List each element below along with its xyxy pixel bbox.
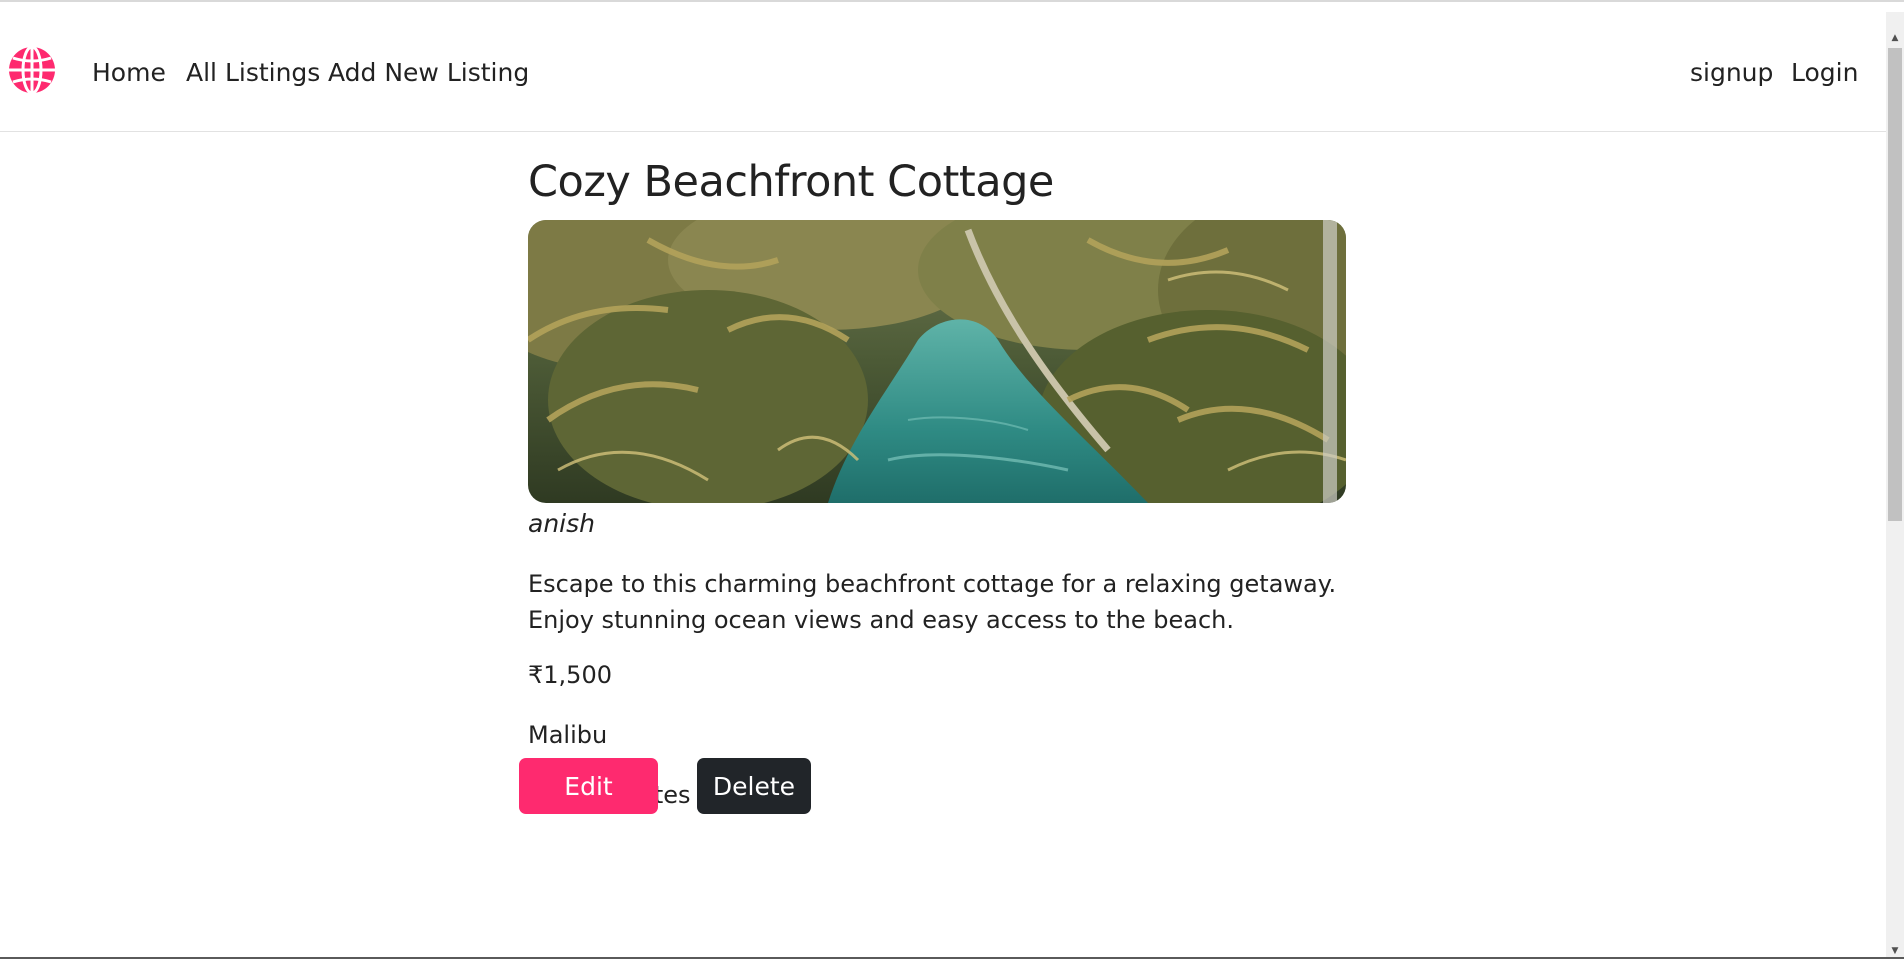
listing-location: Malibu bbox=[528, 721, 608, 749]
browser-viewport: Home All Listings Add New Listing signup… bbox=[0, 0, 1904, 959]
nav-login-link[interactable]: Login bbox=[1791, 58, 1858, 88]
listing-title: Cozy Beachfront Cottage bbox=[528, 157, 1054, 207]
nav-add-listing-link[interactable]: Add New Listing bbox=[328, 58, 529, 88]
listing-price: ₹1,500 bbox=[528, 661, 612, 689]
listing-image bbox=[528, 220, 1346, 503]
scroll-down-arrow-icon[interactable]: ▼ bbox=[1886, 943, 1904, 957]
listing-description: Escape to this charming beachfront cotta… bbox=[528, 570, 1337, 634]
listing-owner: anish bbox=[528, 509, 595, 538]
scrollbar-thumb[interactable] bbox=[1888, 48, 1902, 521]
delete-button[interactable]: Delete bbox=[697, 758, 811, 814]
nav-home-link[interactable]: Home bbox=[92, 58, 166, 88]
globe-icon[interactable] bbox=[7, 45, 57, 95]
vertical-scrollbar[interactable]: ▲ ▼ bbox=[1886, 12, 1904, 957]
nav-all-listings-link[interactable]: All Listings bbox=[186, 58, 320, 88]
scroll-up-arrow-icon[interactable]: ▲ bbox=[1886, 30, 1904, 46]
edit-button[interactable]: Edit bbox=[519, 758, 658, 814]
nav-signup-link[interactable]: signup bbox=[1690, 58, 1773, 88]
navbar: Home All Listings Add New Listing signup… bbox=[0, 12, 1886, 132]
